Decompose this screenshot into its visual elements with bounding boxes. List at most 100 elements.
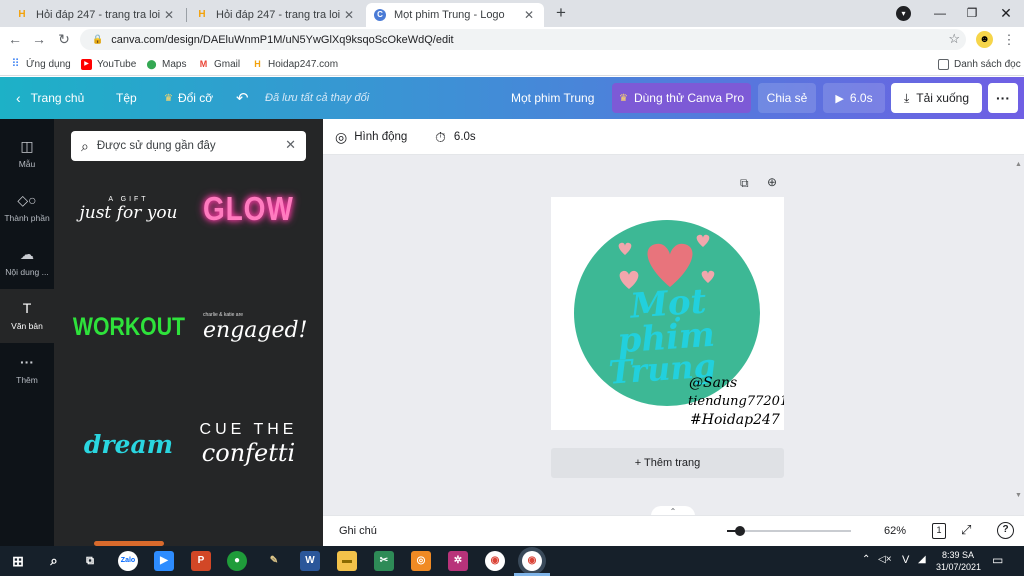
zalo-icon[interactable]: Zalo	[118, 551, 138, 571]
bookmark-maps[interactable]: ⬤ Maps	[146, 56, 186, 72]
powerpoint-icon[interactable]: P	[191, 551, 211, 571]
search-icon[interactable]: ⌕	[44, 551, 64, 571]
zoom-slider-handle[interactable]	[735, 526, 745, 536]
bookmark-label: Hoidap247.com	[268, 58, 339, 70]
media-app-icon[interactable]: ✂	[374, 551, 394, 571]
chrome-active-icon[interactable]: ◉	[522, 551, 542, 571]
page-count-button[interactable]: 1	[932, 523, 946, 539]
language-indicator[interactable]: V	[902, 554, 909, 566]
design-title[interactable]: Mọt phim Trung	[511, 77, 594, 119]
chrome-icon[interactable]: ◉	[485, 551, 505, 571]
clock-date: 31/07/2021	[936, 562, 982, 572]
rail-item-elements[interactable]: ◇○ Thành phần	[0, 181, 54, 235]
add-page-button[interactable]: + Thêm trang	[551, 448, 784, 478]
close-tab-icon[interactable]: ✕	[162, 8, 176, 22]
tab-hoidap-2[interactable]: H Hỏi đáp 247 - trang tra loi ✕	[188, 3, 364, 27]
canva-favicon-icon: C	[374, 9, 386, 21]
back-arrow-icon[interactable]: ←	[6, 31, 24, 49]
credit-text[interactable]: #Hoidap247	[690, 412, 780, 428]
scroll-down-arrow-icon[interactable]: ▼	[1015, 492, 1022, 499]
bookmark-gmail[interactable]: M Gmail	[198, 56, 240, 72]
windows-start-icon[interactable]: ⊞	[8, 551, 28, 571]
paint-icon[interactable]: ✎	[264, 551, 284, 571]
text-template-glow[interactable]: GLOW	[191, 164, 306, 254]
extension-icon[interactable]: ☻	[976, 31, 993, 48]
rail-item-text[interactable]: T Văn bản	[0, 289, 54, 343]
tab-search-chevron-icon[interactable]: ▾	[896, 6, 911, 21]
upload-icon: ☁	[20, 246, 34, 262]
show-pages-chevron-icon[interactable]: ⌃	[651, 506, 695, 515]
address-bar[interactable]: 🔒 canva.com/design/DAEluWnmP1M/uN5YwGlXq…	[80, 29, 966, 50]
text-template-workout[interactable]: WORKOUT	[71, 282, 186, 372]
rail-item-more[interactable]: ··· Thêm	[0, 343, 54, 397]
reload-icon[interactable]: ↻	[55, 31, 73, 49]
orange-app-icon[interactable]: ◎	[411, 551, 431, 571]
restore-window-icon[interactable]: ❐	[956, 0, 988, 27]
browser-menu-icon[interactable]: ⋮	[1002, 30, 1016, 49]
animate-button[interactable]: ◎ Hình động	[335, 119, 407, 155]
text-template-confetti[interactable]: CUE THE confetti	[191, 399, 306, 489]
logo-graphic[interactable]: Mọt phim Trung @Sans tiendung772012 #Hoi…	[551, 197, 796, 430]
word-icon[interactable]: W	[300, 551, 320, 571]
bookmark-hoidap247[interactable]: H Hoidap247.com	[252, 56, 338, 72]
file-explorer-icon[interactable]: ▬	[337, 551, 357, 571]
share-button[interactable]: Chia sẻ	[758, 83, 816, 113]
close-tab-icon[interactable]: ✕	[522, 8, 536, 22]
text-panel: ⌕ Được sử dụng gần đây ✕ A GIFT just for…	[54, 119, 323, 546]
file-menu[interactable]: Tệp	[116, 77, 137, 119]
try-pro-button[interactable]: ♛ Dùng thử Canva Pro	[612, 83, 751, 113]
close-window-icon[interactable]: ✕	[990, 0, 1022, 27]
forward-arrow-icon[interactable]: →	[30, 31, 48, 49]
reading-list[interactable]: Danh sách đọc	[938, 56, 1021, 72]
scroll-up-arrow-icon[interactable]: ▲	[1015, 161, 1022, 168]
help-icon[interactable]: ?	[997, 522, 1014, 539]
zoom-level[interactable]: 62%	[884, 525, 906, 537]
messaging-app-icon[interactable]: ●	[227, 551, 247, 571]
text-template-engaged[interactable]: charlie & katie are engaged!	[191, 282, 307, 372]
download-label: Tải xuống	[916, 91, 969, 105]
duplicate-page-icon[interactable]: ⧉	[740, 176, 749, 191]
tray-chevron-icon[interactable]: ⌃	[862, 554, 870, 565]
more-options-icon[interactable]: ···	[988, 83, 1018, 113]
new-tab-plus-icon[interactable]: +	[552, 3, 570, 23]
home-link[interactable]: ‹ Trang chủ	[16, 77, 84, 119]
browser-tab-strip: H Hỏi đáp 247 - trang tra loi ✕ H Hỏi đá…	[0, 0, 1024, 27]
tab-canva-active[interactable]: C Mọt phim Trung - Logo ✕	[366, 3, 544, 27]
play-icon: ▶	[835, 92, 844, 105]
notes-button[interactable]: Ghi chú	[339, 525, 377, 537]
pink-app-icon[interactable]: ✲	[448, 551, 468, 571]
credit-text[interactable]: tiendung772012	[688, 394, 796, 409]
rail-item-templates[interactable]: ◫ Mẫu	[0, 127, 54, 181]
rail-item-uploads[interactable]: ☁ Nội dung ...	[0, 235, 54, 289]
duration-button[interactable]: ⏱ 6.0s	[435, 119, 476, 155]
volume-icon[interactable]: ◁×	[878, 554, 892, 565]
bookmark-star-icon[interactable]: ☆	[948, 31, 960, 47]
search-input[interactable]: ⌕ Được sử dụng gần đây ✕	[71, 131, 306, 161]
bookmark-apps[interactable]: ⠿ Ứng dụng	[10, 56, 70, 72]
fullscreen-icon[interactable]: ⤢	[961, 522, 971, 538]
text-template-just-for-you[interactable]: A GIFT just for you	[71, 164, 186, 254]
download-button[interactable]: ⤓ Tải xuống	[891, 83, 982, 113]
bookmark-youtube[interactable]: ▶ YouTube	[81, 56, 136, 72]
hoidap-favicon-icon: H	[254, 58, 261, 69]
play-button[interactable]: ▶ 6.0s	[823, 83, 885, 113]
clear-search-icon[interactable]: ✕	[285, 137, 296, 153]
design-title-text: Mọt phim Trung	[511, 91, 595, 105]
home-label: Trang chủ	[30, 91, 85, 105]
task-view-icon[interactable]: ⧉	[80, 551, 100, 571]
add-page-icon[interactable]: ⊕	[767, 175, 777, 189]
zoom-slider[interactable]	[727, 526, 851, 536]
undo-icon[interactable]: ↶	[236, 77, 249, 119]
tab-hoidap-1[interactable]: H Hỏi đáp 247 - trang tra loi ✕	[8, 3, 184, 27]
text-template-dream[interactable]: dream	[71, 399, 186, 489]
resize-button[interactable]: ♛ Đổi cỡ	[164, 77, 213, 119]
clock[interactable]: 8:39 SA 31/07/2021	[936, 549, 982, 573]
network-icon[interactable]: ◢	[918, 554, 926, 565]
notification-icon[interactable]: ▭	[992, 553, 1003, 567]
close-tab-icon[interactable]: ✕	[342, 8, 356, 22]
design-page[interactable]: Mọt phim Trung @Sans tiendung772012 #Hoi…	[551, 197, 796, 430]
credit-text[interactable]: @Sans	[689, 375, 737, 391]
rail-label: Thành phần	[4, 213, 50, 223]
zoom-app-icon[interactable]: ▶	[154, 551, 174, 571]
minimize-window-icon[interactable]: —	[924, 0, 956, 27]
